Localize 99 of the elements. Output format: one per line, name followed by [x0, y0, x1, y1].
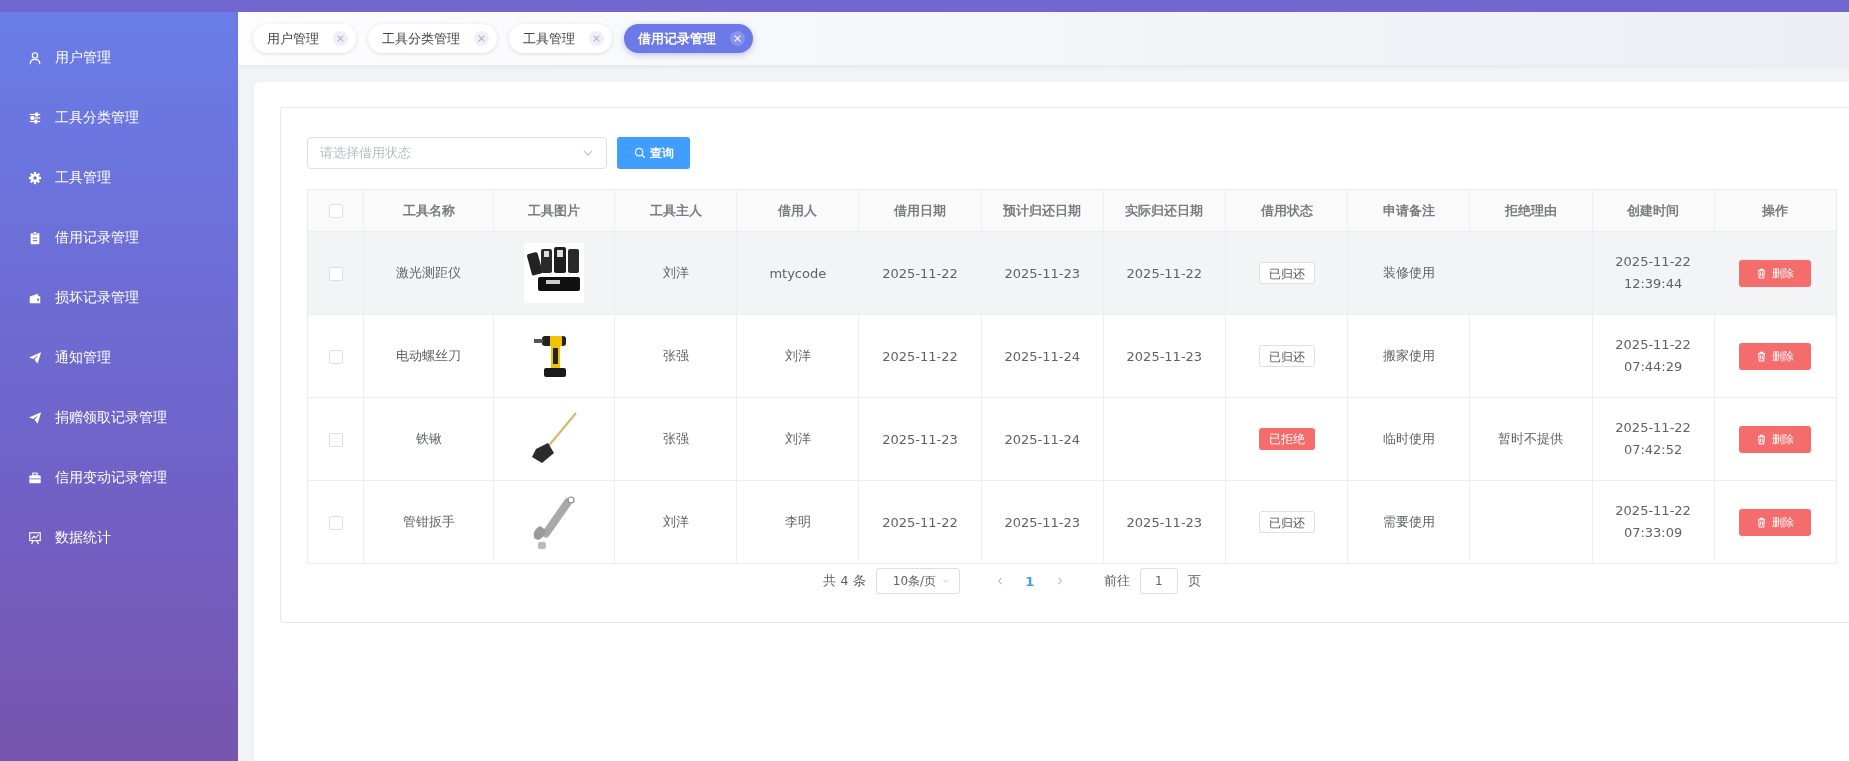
status-tag: 已归还 [1258, 511, 1315, 533]
table-cell: 搬家使用 [1382, 348, 1435, 363]
tab[interactable]: 工具分类管理 [368, 24, 497, 53]
table-cell: 暂时不提供 [1498, 431, 1564, 446]
table-cell: 2025-11-22 [1126, 265, 1203, 281]
row-checkbox[interactable] [328, 349, 343, 364]
page-number[interactable]: 1 [1019, 573, 1040, 589]
table-cell: 刘洋 [662, 265, 689, 280]
delete-button[interactable]: 删除 [1739, 508, 1812, 536]
wallet-icon [28, 291, 42, 305]
sidebar-item[interactable]: 损坏记录管理 [0, 268, 238, 328]
column-header: 工具图片 [528, 202, 580, 218]
table-cell: 2025-11-24 [1004, 431, 1080, 447]
table-cell: 张强 [662, 348, 689, 363]
table-cell: 刘洋 [784, 431, 811, 446]
goto-label: 前往 [1103, 572, 1130, 590]
tab[interactable]: 借用记录管理 [624, 24, 753, 53]
trash-icon [1756, 350, 1768, 362]
page-suffix: 页 [1187, 572, 1201, 590]
status-tag: 已拒绝 [1258, 428, 1315, 450]
table-cell: 张强 [662, 431, 689, 446]
delete-button[interactable]: 删除 [1739, 425, 1812, 453]
paper-plane-icon [28, 351, 42, 365]
close-icon[interactable] [589, 31, 604, 46]
clipboard-icon [28, 231, 42, 245]
table-cell: 2025-11-23 [1126, 348, 1203, 364]
sidebar-item[interactable]: 捐赠领取记录管理 [0, 388, 238, 448]
table-cell: 装修使用 [1382, 265, 1435, 280]
column-header: 创建时间 [1627, 202, 1680, 218]
tab[interactable]: 工具管理 [509, 24, 612, 53]
close-icon[interactable] [730, 31, 745, 46]
column-header: 预计归还日期 [1003, 202, 1082, 218]
table-cell: 临时使用 [1382, 431, 1435, 446]
table-cell: 需要使用 [1382, 514, 1435, 529]
table-row[interactable]: 激光测距仪 刘洋 mtycode 2025-11-22 2025-11-23 2025-11-22 已归还 装修使用 2025-11-22 12:39:44 删除 [307, 231, 1837, 315]
table-cell: 刘洋 [784, 348, 811, 363]
table-row[interactable]: 管钳扳手 刘洋 李明 2025-11-22 2025-11-23 2025-11-23 已归还 需要使用 2025-11-22 07:33:09 删除 [307, 480, 1837, 564]
table-cell: 2025-11-23 [1004, 514, 1080, 530]
close-icon[interactable] [333, 31, 348, 46]
column-header: 工具名称 [402, 202, 455, 218]
table-cell: 2025-11-23 [882, 431, 958, 447]
table-cell-text: 2025-11-22 07:44:29 [1614, 336, 1692, 376]
sidebar-item[interactable]: 用户管理 [0, 28, 238, 88]
table-cell: 2025-11-23 [1004, 265, 1080, 281]
trash-icon [1756, 516, 1768, 528]
page-input[interactable]: 1 [1139, 568, 1178, 594]
gear-icon [28, 171, 42, 185]
select-all-checkbox[interactable] [328, 204, 343, 219]
table-cell: 2025-11-22 [882, 348, 958, 364]
row-checkbox[interactable] [328, 515, 343, 530]
search-button[interactable]: 查询 [617, 137, 690, 169]
column-header: 工具主人 [649, 202, 702, 218]
column-header: 借用人 [778, 202, 818, 218]
status-tag: 已归还 [1258, 345, 1315, 367]
sidebar-item[interactable]: 工具管理 [0, 148, 238, 208]
paper-plane-icon [28, 411, 42, 425]
sidebar-item[interactable]: 工具分类管理 [0, 88, 238, 148]
table-row[interactable]: 铁锹 张强 刘洋 2025-11-23 2025-11-24 已拒绝 临时使用 暂时不提供 2025-11-22 07:42:52 删除 [307, 397, 1837, 481]
trash-icon [1756, 433, 1768, 445]
column-header: 拒绝理由 [1504, 202, 1557, 218]
table-cell: 激光测距仪 [396, 265, 461, 280]
row-checkbox[interactable] [328, 432, 343, 447]
sidebar-item[interactable]: 数据统计 [0, 508, 238, 568]
table-cell: 铁锹 [415, 431, 442, 446]
table-cell: 2025-11-24 [1004, 348, 1080, 364]
tab[interactable]: 用户管理 [253, 24, 356, 53]
column-header: 操作 [1762, 202, 1789, 218]
column-header: 借用日期 [893, 202, 946, 218]
table-row[interactable]: 电动螺丝刀 张强 刘洋 2025-11-22 2025-11-24 2025-11-23 已归还 搬家使用 2025-11-22 07:44:29 删除 [307, 314, 1837, 398]
table-cell: 管钳扳手 [402, 514, 455, 529]
row-checkbox[interactable] [328, 266, 343, 281]
column-header: 实际归还日期 [1125, 202, 1204, 218]
table-cell-text: 2025-11-22 07:42:52 [1614, 419, 1692, 459]
table-cell: 2025-11-22 [882, 514, 958, 530]
sidebar-item[interactable]: 信用变动记录管理 [0, 448, 238, 508]
table-cell: 李明 [784, 514, 811, 529]
status-tag: 已归还 [1258, 262, 1315, 284]
briefcase-icon [28, 471, 42, 485]
sidebar-item[interactable]: 借用记录管理 [0, 208, 238, 268]
chart-board-icon [28, 531, 42, 545]
user-icon [28, 51, 42, 65]
trash-icon [1756, 267, 1768, 279]
table-cell-text: 2025-11-22 12:39:44 [1614, 253, 1692, 293]
column-header: 申请备注 [1382, 202, 1435, 218]
table-cell: 刘洋 [662, 514, 689, 529]
table-cell: 电动螺丝刀 [396, 348, 461, 363]
table-cell: mtycode [769, 265, 827, 281]
table-cell-text: 2025-11-22 07:33:09 [1614, 502, 1692, 542]
delete-button[interactable]: 删除 [1739, 342, 1812, 370]
close-icon[interactable] [474, 31, 489, 46]
table-cell: 2025-11-23 [1126, 514, 1203, 530]
page-size-select[interactable]: 10条/页 [875, 568, 960, 594]
table-cell: 2025-11-22 [882, 265, 958, 281]
sidebar-item[interactable]: 通知管理 [0, 328, 238, 388]
search-icon [633, 147, 646, 159]
delete-button[interactable]: 删除 [1739, 259, 1812, 287]
total-count: 共 4 条 [823, 572, 866, 590]
sliders-icon [28, 111, 42, 125]
column-header: 借用状态 [1260, 202, 1313, 218]
